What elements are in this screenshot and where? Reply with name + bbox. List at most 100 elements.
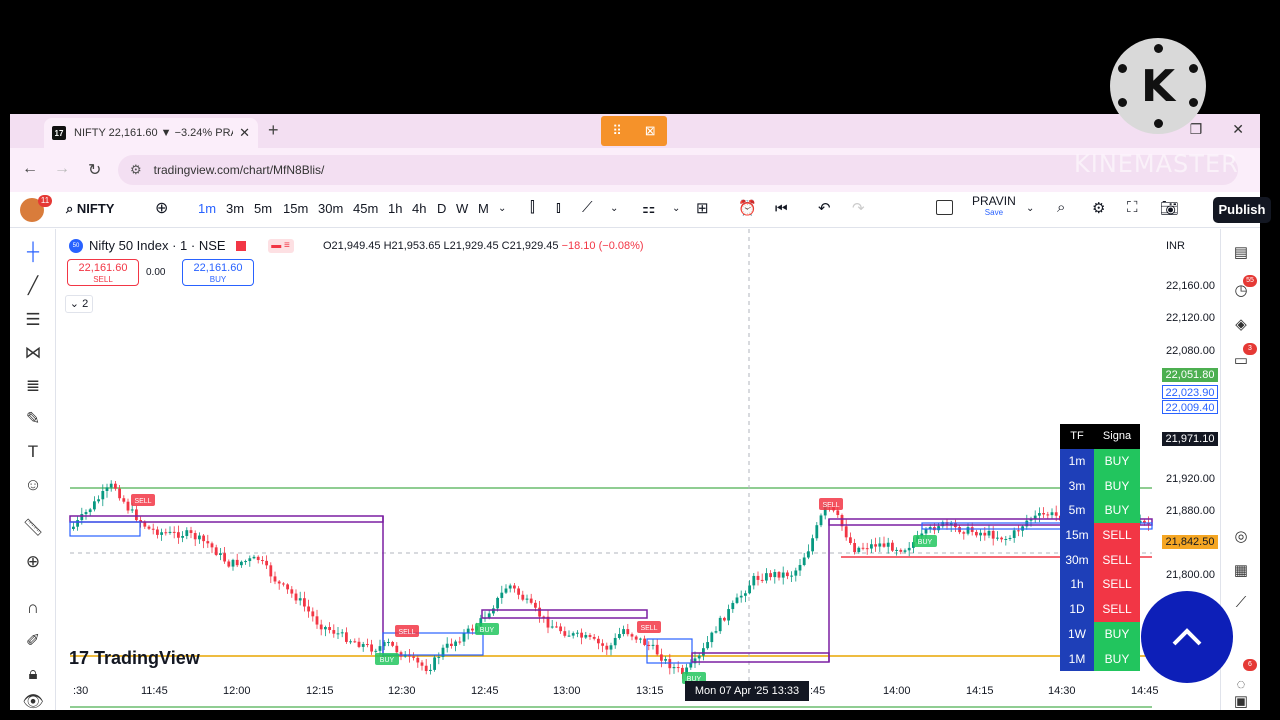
tf-3m[interactable]: 3m <box>226 201 244 216</box>
tab-title: NIFTY 22,161.60 ▼ −3.24% PRA <box>74 127 234 139</box>
layout-dropdown-icon[interactable]: ⌄ <box>1026 203 1034 214</box>
candle-body <box>655 644 659 655</box>
tf-1m[interactable]: 1m <box>198 201 216 216</box>
candle-body <box>311 611 315 617</box>
layout-name[interactable]: PRAVIN Save <box>972 195 1016 219</box>
forward-icon[interactable]: → <box>54 160 70 178</box>
trendline-icon[interactable]: ╱ <box>22 275 44 297</box>
candle-body <box>282 583 285 585</box>
buy-button[interactable]: 22,161.60 BUY <box>182 259 254 286</box>
watchlist-icon[interactable]: ▤ <box>1230 241 1252 263</box>
candle-body <box>172 531 176 533</box>
fullscreen-icon[interactable]: ⛶ <box>1127 199 1138 216</box>
tf-d[interactable]: D <box>437 201 446 216</box>
candles-icon[interactable]: ⫿ <box>530 199 535 216</box>
chart-type-dropdown-icon[interactable]: ⌄ <box>610 203 618 214</box>
lock-icon[interactable]: 🔒︎ <box>22 663 44 685</box>
candle-body <box>181 535 184 538</box>
back-icon[interactable]: ← <box>22 160 38 178</box>
snapshot-icon[interactable]: 📷︎ <box>1160 199 1179 217</box>
tf-30m[interactable]: 30m <box>318 201 343 216</box>
site-settings-icon[interactable]: ⚙ <box>130 162 142 178</box>
layers-icon[interactable]: ◈ <box>1230 313 1252 335</box>
emoji-icon[interactable]: ☺ <box>22 474 44 496</box>
tf-m[interactable]: M <box>478 201 489 216</box>
alert-icon[interactable]: ⏰ <box>738 199 757 217</box>
undo-icon[interactable]: ↶ <box>818 199 831 217</box>
indicators-dropdown-icon[interactable]: ⌄ <box>672 203 680 214</box>
candle-body <box>748 585 751 594</box>
close-window-button[interactable]: ✕ <box>1232 121 1244 138</box>
tf-15m[interactable]: 15m <box>283 201 308 216</box>
drag-handle-icon[interactable]: ⠿ <box>612 123 622 139</box>
quick-search-icon[interactable]: ⌕ <box>1057 199 1065 216</box>
ruler-icon[interactable]: 📏︎ <box>22 517 44 539</box>
symbol-name: NIFTY <box>76 201 115 216</box>
target-icon[interactable]: ◎ <box>1230 525 1252 547</box>
tf-dropdown-icon[interactable]: ⌄ <box>498 203 506 214</box>
line-chart-icon[interactable]: ⟋ <box>582 199 593 216</box>
candle-body <box>601 643 604 646</box>
recorder-controls[interactable]: ⠿ ⊠ <box>601 116 667 146</box>
candle-body <box>529 598 533 603</box>
tab-close-icon[interactable]: ✕ <box>239 125 250 141</box>
new-tab-button[interactable]: + <box>268 120 279 141</box>
browser-tab[interactable]: 17 NIFTY 22,161.60 ▼ −3.24% PRA ✕ <box>44 118 258 148</box>
crosshair-icon[interactable]: ┼ <box>22 241 44 263</box>
tf-1h[interactable]: 1h <box>388 201 402 216</box>
stop-recording-icon[interactable]: ⊠ <box>645 123 656 139</box>
tf-45m[interactable]: 45m <box>353 201 378 216</box>
pattern-icon[interactable]: ⋈ <box>22 342 44 364</box>
layout-icon[interactable] <box>936 200 953 215</box>
indicator-collapse[interactable]: ⌄ 2 <box>65 295 93 313</box>
tf-4h[interactable]: 4h <box>412 201 426 216</box>
templates-icon[interactable]: ⊞ <box>696 199 709 217</box>
indicators-icon[interactable]: ⚏ <box>642 199 655 217</box>
candle-body <box>206 541 210 544</box>
lock-drawing-icon[interactable]: ✐ <box>22 630 44 652</box>
reload-icon[interactable]: ↻ <box>88 160 101 180</box>
candle-body <box>445 643 449 648</box>
horizontal-lines-icon[interactable]: ☰ <box>22 309 44 331</box>
candle-body <box>861 547 865 549</box>
signal-row: 3m BUY <box>1060 473 1140 499</box>
candle-body <box>702 648 705 656</box>
candle-body <box>647 644 651 646</box>
eye-toggle-icon[interactable]: ▬ ≡ <box>267 238 294 253</box>
candle-body <box>588 635 592 637</box>
candle-body <box>126 501 130 511</box>
tf-w[interactable]: W <box>456 201 468 216</box>
time-label: 13:00 <box>553 685 581 697</box>
candle-body <box>865 548 869 550</box>
fib-icon[interactable]: ≣ <box>22 375 44 397</box>
calendar-icon[interactable]: ▦ <box>1230 559 1252 581</box>
tf-5m[interactable]: 5m <box>254 201 272 216</box>
compare-symbol-icon[interactable]: ⊕ <box>155 198 168 218</box>
replay-icon[interactable]: ⏮ <box>775 200 788 217</box>
price-chart-svg[interactable]: SELLSELLBUYBUY SELLBUYSELLBUY <box>57 229 1219 710</box>
candle-body <box>286 584 289 590</box>
text-icon[interactable]: T <box>22 441 44 463</box>
zoom-in-icon[interactable]: ⊕ <box>22 551 44 573</box>
restore-window-button[interactable]: ❐ <box>1190 121 1203 138</box>
signal-row: 1h SELL <box>1060 572 1140 597</box>
sell-button[interactable]: 22,161.60 SELL <box>67 259 139 286</box>
settings-icon[interactable]: ⚙ <box>1092 199 1105 217</box>
scroll-top-button[interactable] <box>1141 591 1233 683</box>
brush-icon[interactable]: ✎ <box>22 408 44 430</box>
ideas-icon[interactable]: ⟋ <box>1230 591 1252 613</box>
candle-body <box>727 609 730 621</box>
bars-icon[interactable]: ⫾ <box>556 199 561 216</box>
magnet-icon[interactable]: ∩ <box>22 597 44 619</box>
help-icon[interactable]: ▣ <box>1230 693 1252 710</box>
candle-body <box>1012 530 1016 538</box>
chart-pane[interactable]: SELL SELL BUY BUY SELL BUY SELL BUY 50 Nifty 50… <box>57 229 1219 710</box>
url-field[interactable]: ⚙ tradingview.com/chart/MfN8Blis/ <box>118 155 1238 185</box>
candle-body <box>849 537 852 544</box>
publish-button[interactable]: Publish <box>1213 197 1271 223</box>
redo-icon[interactable]: ↷ <box>852 199 865 217</box>
symbol-search[interactable]: ⌕ NIFTY <box>66 201 114 217</box>
eye-icon[interactable]: 👁︎ <box>22 691 44 713</box>
series-legend[interactable]: 50 Nifty 50 Index · 1 · NSE ▬ ≡ <box>69 238 294 253</box>
candle-body <box>105 487 109 492</box>
